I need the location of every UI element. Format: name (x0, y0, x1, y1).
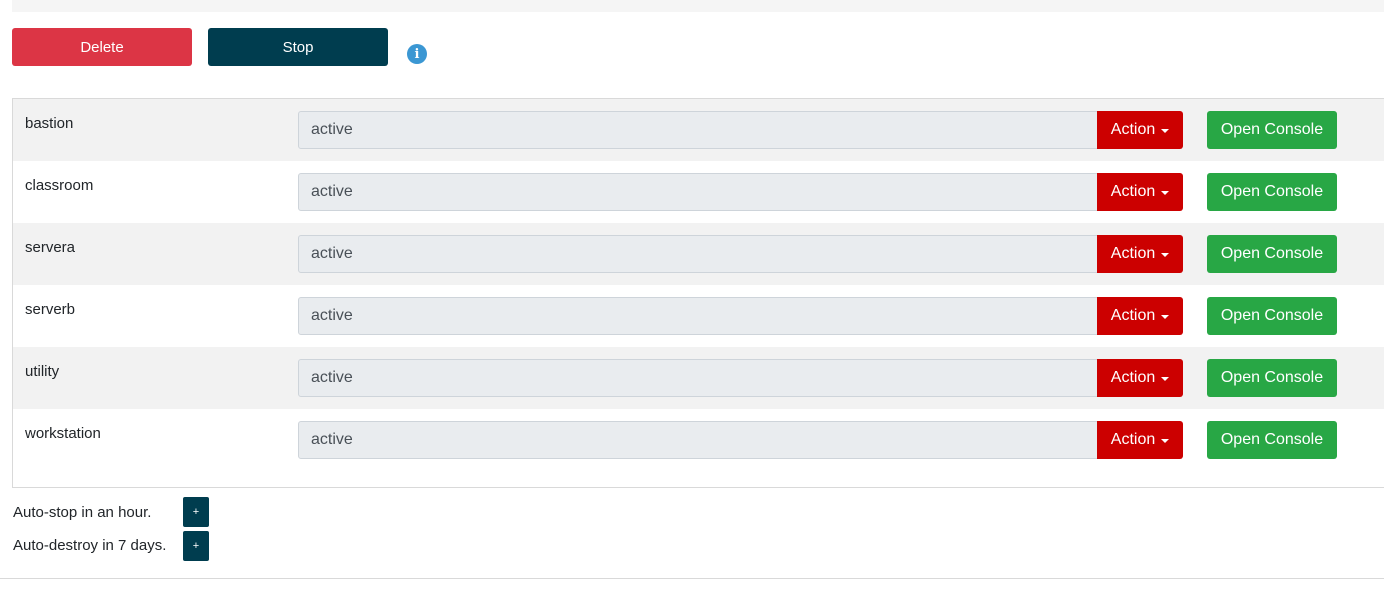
extend-auto-stop-button[interactable]: + (183, 497, 209, 527)
top-strip (12, 0, 1384, 12)
extend-auto-destroy-button[interactable]: + (183, 531, 209, 561)
vm-state-value: active (311, 183, 353, 200)
open-console-button[interactable]: Open Console (1207, 297, 1337, 335)
vm-table: bastion active Action Open Console class… (12, 98, 1384, 488)
open-console-button[interactable]: Open Console (1207, 359, 1337, 397)
auto-stop-text: Auto-stop in an hour. (13, 504, 152, 521)
vm-state-field: active (298, 235, 1098, 273)
action-dropdown-button[interactable]: Action (1097, 111, 1183, 149)
caret-down-icon (1161, 377, 1170, 381)
vm-name: utility (25, 363, 60, 380)
open-console-button[interactable]: Open Console (1207, 111, 1337, 149)
caret-down-icon (1161, 253, 1170, 257)
vm-state-value: active (311, 121, 353, 138)
vm-name: workstation (25, 425, 101, 442)
action-label: Action (1110, 431, 1156, 448)
vm-state-field: active (298, 297, 1098, 335)
action-dropdown-button[interactable]: Action (1097, 235, 1183, 273)
delete-button[interactable]: Delete (12, 28, 192, 66)
vm-state-field: active (298, 421, 1098, 459)
action-label: Action (1110, 307, 1156, 324)
info-icon[interactable]: i (407, 44, 427, 64)
action-dropdown-button[interactable]: Action (1097, 173, 1183, 211)
stop-button[interactable]: Stop (208, 28, 388, 66)
open-console-button[interactable]: Open Console (1207, 173, 1337, 211)
action-label: Action (1110, 183, 1156, 200)
caret-down-icon (1161, 129, 1170, 133)
vm-name: bastion (25, 115, 74, 132)
vm-row: classroom active Action Open Console (13, 161, 1384, 223)
vm-state-value: active (311, 245, 353, 262)
action-dropdown-button[interactable]: Action (1097, 421, 1183, 459)
caret-down-icon (1161, 315, 1170, 319)
caret-down-icon (1161, 191, 1170, 195)
vm-row: workstation active Action Open Console (13, 409, 1384, 471)
open-console-button[interactable]: Open Console (1207, 421, 1337, 459)
vm-row: servera active Action Open Console (13, 223, 1384, 285)
action-label: Action (1110, 245, 1156, 262)
divider (0, 578, 1384, 579)
vm-row: bastion active Action Open Console (13, 99, 1384, 161)
vm-state-field: active (298, 359, 1098, 397)
action-label: Action (1110, 121, 1156, 138)
action-dropdown-button[interactable]: Action (1097, 297, 1183, 335)
vm-name: classroom (25, 177, 94, 194)
action-dropdown-button[interactable]: Action (1097, 359, 1183, 397)
open-console-button[interactable]: Open Console (1207, 235, 1337, 273)
vm-state-field: active (298, 173, 1098, 211)
vm-row: serverb active Action Open Console (13, 285, 1384, 347)
vm-state-value: active (311, 369, 353, 386)
auto-destroy-text: Auto-destroy in 7 days. (13, 537, 167, 554)
vm-state-field: active (298, 111, 1098, 149)
action-label: Action (1110, 369, 1156, 386)
vm-state-value: active (311, 431, 353, 448)
vm-name: serverb (25, 301, 76, 318)
vm-name: servera (25, 239, 76, 256)
vm-state-value: active (311, 307, 353, 324)
caret-down-icon (1161, 439, 1170, 443)
vm-row: utility active Action Open Console (13, 347, 1384, 409)
